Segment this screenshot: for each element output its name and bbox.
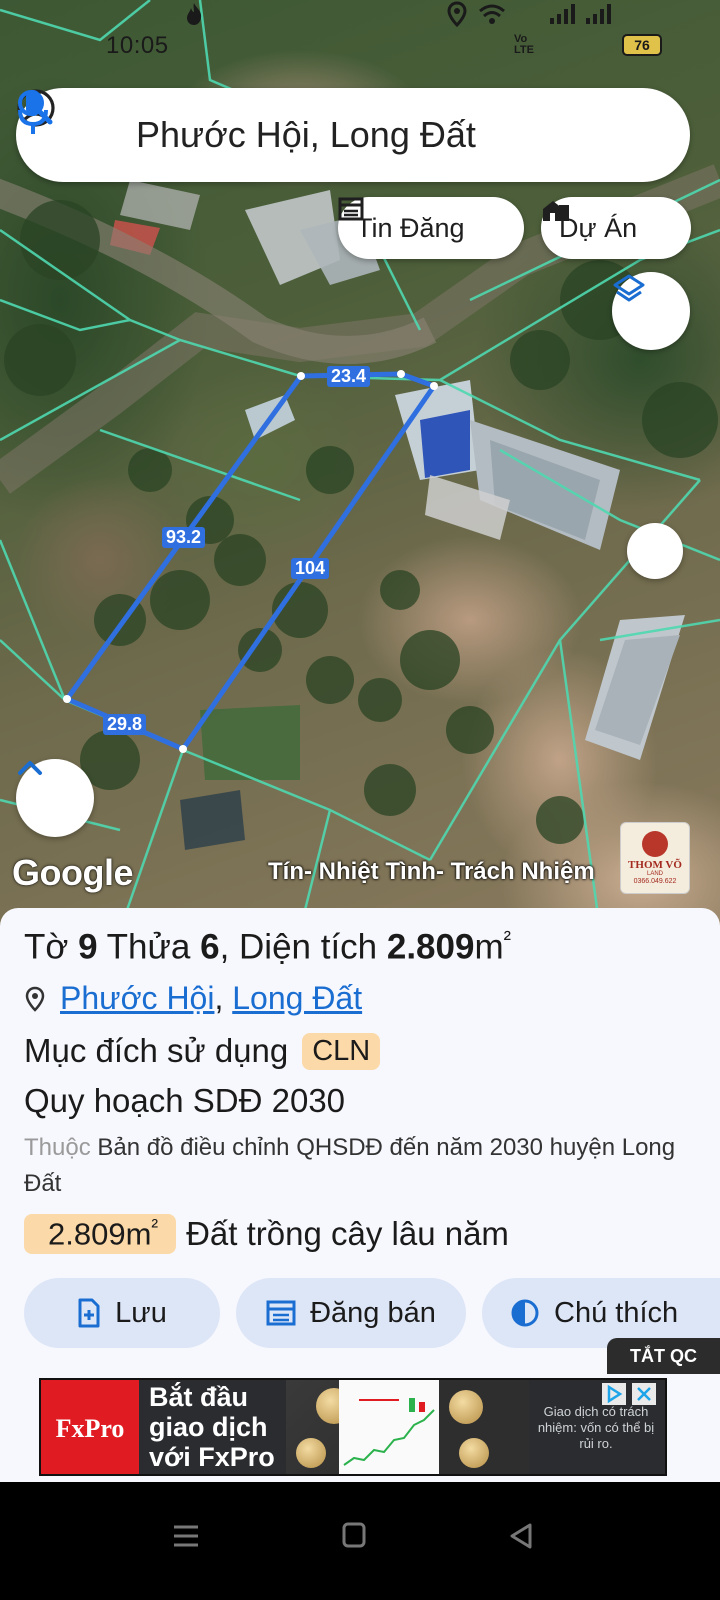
- brand-logo: THOM VÕ LAND 0366.049.622: [620, 822, 690, 894]
- back-nav-icon[interactable]: [508, 1522, 534, 1550]
- close-ad-icon[interactable]: [631, 1382, 657, 1406]
- plan-desc-muted: Thuộc: [24, 1134, 91, 1161]
- chip-du-an[interactable]: Dự Án: [541, 197, 691, 259]
- search-query-text[interactable]: Phước Hội, Long Đất: [136, 114, 476, 156]
- chip-tin-dang-label: Tin Đăng: [356, 212, 465, 243]
- brand-name: THOM VÕ: [628, 858, 682, 871]
- listing-icon: [338, 197, 364, 221]
- parcel-info-sheet[interactable]: Tờ 9 Thửa 6, Diện tích 2.809m² Phước Hội…: [0, 908, 720, 1482]
- edge-label-left: 93.2: [162, 527, 206, 548]
- purpose-label: Mục đích sử dụng: [24, 1032, 289, 1069]
- layers-button[interactable]: [612, 272, 690, 350]
- ad-chart-image: [339, 1380, 439, 1474]
- save-button[interactable]: Lưu: [24, 1278, 220, 1348]
- edge-label-right: 104: [291, 558, 330, 579]
- location-separator: ,: [214, 980, 224, 1016]
- sheet-number: 9: [78, 927, 98, 967]
- parcel-title: Tờ 9 Thửa 6, Diện tích 2.809m²: [24, 926, 511, 968]
- post-sale-button[interactable]: Đăng bán: [236, 1278, 466, 1348]
- ad-banner[interactable]: FxPro Bắt đầu giao dịch với FxPro Giao d…: [39, 1378, 667, 1476]
- location-icon: [447, 1, 467, 28]
- land-area-value: 2.809m: [48, 1216, 152, 1252]
- my-location-button[interactable]: [627, 523, 683, 579]
- status-time: 10:05: [106, 32, 169, 59]
- buildings-icon: [543, 201, 569, 221]
- purpose-code-badge: CLN: [302, 1032, 381, 1070]
- edge-label-top: 23.4: [327, 366, 371, 387]
- ad-headline: Bắt đầu giao dịch với FxPro: [149, 1382, 275, 1472]
- post-listing-icon: [266, 1300, 296, 1326]
- battery-level: 76: [634, 37, 650, 53]
- mic-icon[interactable]: [16, 88, 50, 138]
- location-row: Phước Hội, Long Đất: [24, 980, 362, 1017]
- contrast-icon: [511, 1299, 539, 1327]
- land-type: Đất trồng cây lâu năm: [186, 1215, 509, 1253]
- title-area-label: , Diện tích: [219, 927, 387, 967]
- flame-icon: [187, 3, 202, 25]
- home-nav-icon[interactable]: [342, 1522, 366, 1548]
- title-mid: Thửa: [97, 927, 201, 967]
- layers-icon: [613, 274, 645, 302]
- satellite-map[interactable]: 23.4 93.2 104 29.8 10:05 Vo LTE 76 Phước …: [0, 0, 720, 930]
- brand-phone: 0366.049.622: [633, 877, 677, 885]
- chip-tin-dang[interactable]: Tin Đăng: [338, 197, 524, 259]
- ad-coins-image-2: [439, 1380, 529, 1474]
- ad-choices[interactable]: [601, 1382, 661, 1406]
- land-area-row: 2.809m² Đất trồng cây lâu năm: [24, 1214, 509, 1255]
- plan-title: Quy hoạch SDĐ 2030: [24, 1082, 346, 1119]
- post-sale-button-label: Đăng bán: [310, 1296, 436, 1329]
- ad-brand-logo: FxPro: [41, 1380, 139, 1474]
- plot-number: 6: [200, 927, 220, 967]
- search-bar[interactable]: Phước Hội, Long Đất: [16, 88, 690, 182]
- district-link[interactable]: Long Đất: [232, 980, 362, 1017]
- legend-button-label: Chú thích: [554, 1296, 679, 1329]
- plan-desc-text: Bản đồ điều chỉnh QHSDĐ đến năm 2030 huy…: [24, 1134, 676, 1197]
- hide-ads-button[interactable]: TẮT QC: [607, 1338, 720, 1374]
- adchoices-icon[interactable]: [601, 1382, 627, 1406]
- land-area-badge: 2.809m²: [24, 1214, 177, 1255]
- google-logo: Google: [12, 852, 134, 893]
- signal-icon-2: [586, 4, 611, 24]
- plan-description: Thuộc Bản đồ điều chỉnh QHSDĐ đến năm 20…: [24, 1130, 684, 1202]
- volte-icon: Vo LTE: [514, 33, 534, 56]
- commune-link[interactable]: Phước Hội: [60, 980, 214, 1017]
- land-area-sup: ²: [151, 1216, 159, 1238]
- location-pin-icon: [25, 986, 45, 1012]
- purpose-row: Mục đích sử dụng CLN: [24, 1032, 381, 1070]
- watermark-text: Tín- Nhiệt Tình- Trách Nhiệm: [268, 858, 595, 885]
- signal-icon: [550, 4, 575, 24]
- brand-subname: LAND: [646, 870, 663, 877]
- parcel-area-value: 2.809: [386, 927, 475, 967]
- battery-icon: 76: [622, 34, 662, 56]
- title-prefix: Tờ: [24, 927, 79, 967]
- save-button-label: Lưu: [115, 1296, 167, 1329]
- save-file-icon: [78, 1298, 100, 1328]
- chevron-up-icon: [18, 761, 42, 775]
- area-unit-sup: ²: [503, 926, 511, 951]
- area-unit: m: [474, 927, 504, 967]
- menu-nav-icon[interactable]: [172, 1522, 200, 1550]
- system-nav-bar: [0, 1482, 720, 1600]
- edge-label-bottom: 29.8: [103, 714, 147, 735]
- brand-seal-icon: [642, 830, 668, 857]
- expand-sheet-button[interactable]: [16, 759, 94, 837]
- wifi-icon: [479, 4, 505, 24]
- status-bar: 10:05 Vo LTE 76: [0, 0, 720, 90]
- ad-disclaimer: Giao dịch có trách nhiệm: vốn có thể bị …: [537, 1404, 655, 1451]
